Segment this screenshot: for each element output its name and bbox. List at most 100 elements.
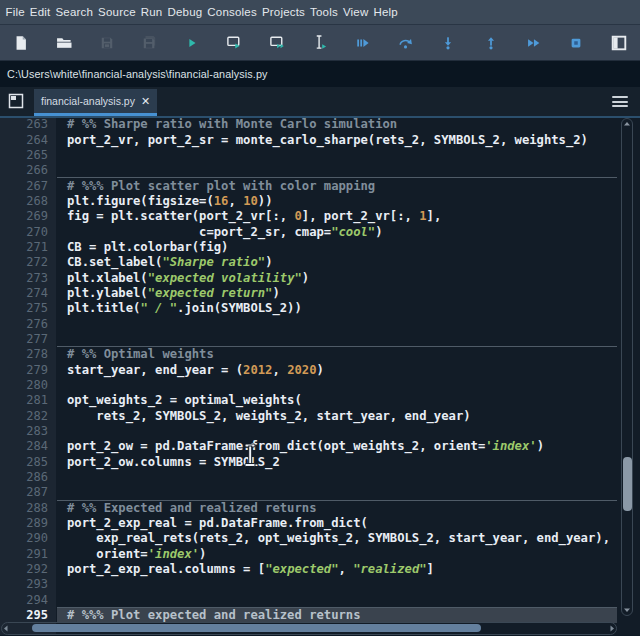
scroll-down-arrow [624, 609, 630, 613]
code-line-263[interactable]: 263# %% Sharpe ratio with Monte Carlo si… [0, 117, 617, 132]
run-selection-icon [313, 34, 328, 51]
menu-search[interactable]: Search [53, 6, 96, 18]
code-editor[interactable]: 263# %% Sharpe ratio with Monte Carlo si… [0, 116, 640, 635]
code-text: port_2_vr, port_2_sr = monte_carlo_sharp… [57, 132, 617, 147]
code-line-291[interactable]: 291 orient='index') [0, 546, 617, 561]
vertical-scrollbar[interactable] [619, 117, 635, 617]
code-text [57, 592, 617, 607]
tab-close-icon[interactable]: ✕ [141, 96, 150, 107]
run-button[interactable] [171, 25, 214, 61]
code-line-284[interactable]: 284port_2_ow = pd.DataFrame.from_dict(op… [0, 439, 617, 454]
code-text: plt.title(" / ".join(SYMBOLS_2)) [57, 301, 617, 316]
line-number: 267 [0, 179, 48, 193]
save-all-button [128, 25, 171, 61]
code-text [57, 316, 617, 331]
open-file-button[interactable] [43, 25, 86, 61]
code-line-265[interactable]: 265 [0, 147, 617, 162]
line-number: 269 [0, 209, 48, 223]
code-line-270[interactable]: 270 c=port_2_sr, cmap="cool") [0, 224, 617, 239]
code-line-275[interactable]: 275 plt.title(" / ".join(SYMBOLS_2)) [0, 301, 617, 316]
line-number: 272 [0, 255, 48, 269]
file-path: C:\Users\white\financial-analysis\financ… [7, 68, 268, 80]
code-line-288[interactable]: 288# %% Expected and realized returns [0, 500, 617, 515]
step-out-button[interactable] [469, 25, 512, 61]
menu-debug[interactable]: Debug [165, 6, 205, 18]
code-text: plt.figure(figsize=(16, 10)) [57, 193, 617, 208]
menu-help[interactable]: Help [371, 6, 400, 18]
code-text: port_2_ow = pd.DataFrame.from_dict(opt_w… [57, 439, 617, 454]
code-line-267[interactable]: 267 # %%% Plot scatter plot with color ma… [0, 178, 617, 193]
code-text: # %% Sharpe ratio with Monte Carlo simul… [57, 117, 617, 132]
new-file-button[interactable] [0, 25, 43, 61]
code-line-283[interactable]: 283 [0, 423, 617, 438]
save-button [85, 25, 128, 61]
menu-source[interactable]: Source [96, 6, 139, 18]
code-line-274[interactable]: 274plt.ylabel("expected return") [0, 285, 617, 300]
line-number: 285 [0, 455, 48, 469]
menu-tools[interactable]: Tools [308, 6, 341, 18]
menu-file[interactable]: File [3, 6, 27, 18]
line-number: 268 [0, 194, 48, 208]
line-number: 275 [0, 301, 48, 315]
line-number: 264 [0, 133, 48, 147]
code-line-272[interactable]: 272CB.set_label("Sharpe ratio") [0, 255, 617, 270]
code-text: start_year, end_year = (2012, 2020) [57, 362, 617, 377]
menu-view[interactable]: View [340, 6, 371, 18]
step-over-button[interactable] [384, 25, 427, 61]
options-menu-button[interactable] [612, 96, 628, 107]
code-line-294[interactable]: 294 [0, 592, 617, 607]
code-text: # %%% Plot scatter plot with color mappi… [57, 178, 617, 193]
code-line-264[interactable]: 264 port_2_vr, port_2_sr = monte_carlo_sh… [0, 132, 617, 147]
code-line-287[interactable]: 287 [0, 485, 617, 500]
continue-icon [526, 36, 541, 50]
code-line-289[interactable]: 289port_2_exp_real = pd.DataFrame.from_d… [0, 515, 617, 530]
tab-bar: financial-analysis.py ✕ [0, 87, 640, 116]
stop-button[interactable] [555, 25, 598, 61]
horizontal-scrollbar[interactable] [0, 621, 618, 636]
tab-financial-analysis[interactable]: financial-analysis.py ✕ [34, 89, 157, 116]
code-line-269[interactable]: 269fig = plt.scatter(port_2_vr[:, 0], po… [0, 209, 617, 224]
code-line-290[interactable]: 290 exp_real_rets(rets_2, opt_weights_2,… [0, 531, 617, 546]
step-into-button[interactable] [427, 25, 470, 61]
code-line-280[interactable]: 280 [0, 377, 617, 392]
stop-icon [569, 36, 583, 50]
line-number: 265 [0, 148, 48, 162]
continue-button[interactable] [512, 25, 555, 61]
code-line-268[interactable]: 268 plt.figure(figsize=(16, 10)) [0, 193, 617, 208]
code-line-278[interactable]: 278# %% Optimal weights [0, 347, 617, 362]
line-number: 280 [0, 378, 48, 392]
code-line-266[interactable]: 266 [0, 163, 617, 178]
menu-projects[interactable]: Projects [259, 6, 307, 18]
run-cell-button[interactable] [213, 25, 256, 61]
code-text: opt_weights_2 = optimal_weights( [57, 393, 617, 408]
code-line-276[interactable]: 276 [0, 316, 617, 331]
code-line-282[interactable]: 282 rets_2, SYMBOLS_2, weights_2, start_… [0, 408, 617, 423]
code-text: orient='index') [57, 546, 617, 561]
debug-icon [355, 36, 370, 50]
code-line-286[interactable]: 286 [0, 469, 617, 484]
menu-edit[interactable]: Edit [27, 6, 53, 18]
code-line-279[interactable]: 279start_year, end_year = (2012, 2020) [0, 362, 617, 377]
menu-run[interactable]: Run [138, 6, 165, 18]
code-text [57, 331, 617, 346]
code-line-271[interactable]: 271CB = plt.colorbar(fig) [0, 239, 617, 254]
code-line-292[interactable]: 292port_2_exp_real.columns = ["expected"… [0, 561, 617, 576]
vertical-scroll-thumb[interactable] [623, 457, 632, 511]
code-line-285[interactable]: 285port_2_ow.columns = SYMBOLS_2 [0, 454, 617, 469]
line-number: 282 [0, 409, 48, 423]
code-text: rets_2, SYMBOLS_2, weights_2, start_year… [57, 408, 617, 423]
debug-button[interactable] [341, 25, 384, 61]
code-line-281[interactable]: 281opt_weights_2 = optimal_weights( [0, 393, 617, 408]
mouse-ibeam-cursor [243, 443, 258, 472]
code-line-277[interactable]: 277 [0, 331, 617, 346]
code-line-293[interactable]: 293 [0, 577, 617, 592]
code-line-273[interactable]: 273plt.xlabel("expected volatility") [0, 270, 617, 285]
horizontal-scroll-thumb[interactable] [32, 624, 481, 632]
run-cell-advance-button[interactable] [256, 25, 299, 61]
menu-consoles[interactable]: Consoles [205, 6, 260, 18]
step-over-icon [398, 36, 413, 50]
run-selection-button[interactable] [299, 25, 342, 61]
maximize-pane-button[interactable] [597, 25, 640, 61]
browse-tabs-button[interactable] [8, 93, 24, 109]
code-text [57, 377, 617, 392]
